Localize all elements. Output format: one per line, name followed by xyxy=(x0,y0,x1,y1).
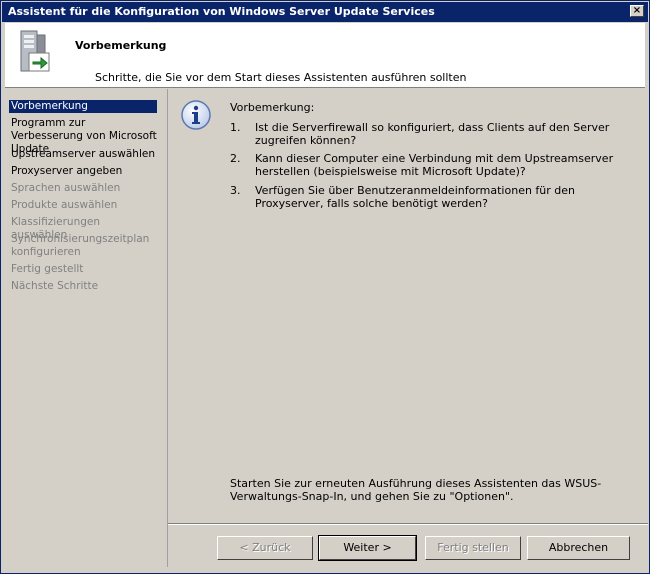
content-heading: Vorbemerkung: xyxy=(230,101,315,114)
list-item-number: 1. xyxy=(230,121,241,134)
close-button[interactable]: × xyxy=(630,5,644,17)
list-item-number: 3. xyxy=(230,184,241,197)
wizard-header: Vorbemerkung Schritte, die Sie vor dem S… xyxy=(5,23,645,88)
list-item-text: Kann dieser Computer eine Verbindung mit… xyxy=(255,152,614,178)
wizard-window: Assistent für die Konfiguration von Wind… xyxy=(0,0,650,574)
list-item-text: Verfügen Sie über Benutzeranmeldeinforma… xyxy=(255,184,576,210)
list-item-text: Ist die Serverfirewall so konfiguriert, … xyxy=(255,121,610,147)
page-subtitle: Schritte, die Sie vor dem Start dieses A… xyxy=(95,71,467,84)
step-fertig-gestellt: Fertig gestellt xyxy=(11,263,84,275)
step-vorbemerkung[interactable]: Vorbemerkung xyxy=(9,100,157,113)
cancel-button[interactable]: Abbrechen xyxy=(527,536,630,560)
step-synchronisierungszeitplan: Synchronisierungszeitplan konfigurieren xyxy=(11,233,150,258)
separator xyxy=(168,524,648,525)
wizard-content: Vorbemerkung: 1. Ist die Serverfirewall … xyxy=(168,89,648,523)
restart-hint: Starten Sie zur erneuten Ausführung dies… xyxy=(230,477,602,503)
server-wizard-icon xyxy=(20,30,50,72)
window-title: Assistent für die Konfiguration von Wind… xyxy=(8,5,435,18)
button-bar: < Zurück Weiter > Fertig stellen Abbrech… xyxy=(168,523,648,572)
finish-button[interactable]: Fertig stellen xyxy=(425,536,521,560)
step-upstreamserver[interactable]: Upstreamserver auswählen xyxy=(9,148,157,161)
wizard-steps: Vorbemerkung Programm zur Verbesserung v… xyxy=(5,89,168,567)
step-proxyserver[interactable]: Proxyserver angeben xyxy=(9,165,157,178)
info-icon xyxy=(181,100,211,130)
close-icon: × xyxy=(632,5,642,16)
next-button[interactable]: Weiter > xyxy=(318,535,417,561)
page-title: Vorbemerkung xyxy=(75,39,167,52)
step-sprachen: Sprachen auswählen xyxy=(11,182,121,194)
step-produkte: Produkte auswählen xyxy=(11,199,118,211)
title-bar[interactable]: Assistent für die Konfiguration von Wind… xyxy=(2,2,648,22)
back-button[interactable]: < Zurück xyxy=(217,536,313,560)
list-item-number: 2. xyxy=(230,152,241,165)
step-naechste-schritte: Nächste Schritte xyxy=(11,280,99,292)
